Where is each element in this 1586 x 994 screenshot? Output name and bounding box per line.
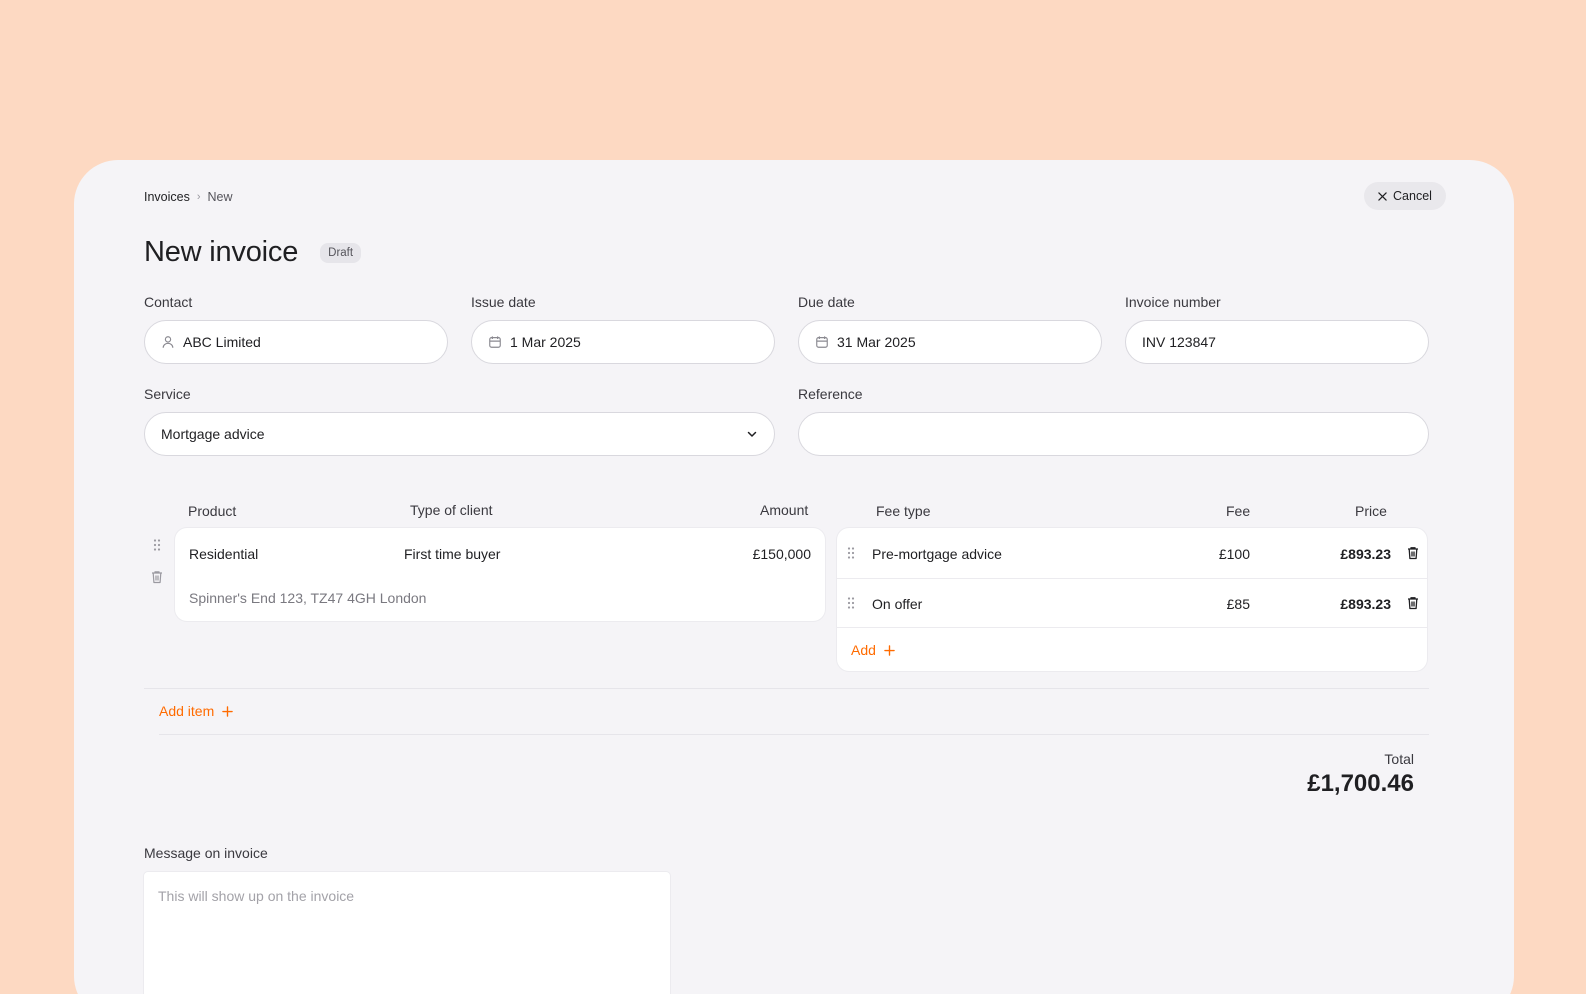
product-row-card: Residential First time buyer £150,000 Sp… [175,528,825,621]
add-fee-button[interactable]: Add [851,642,895,658]
row-divider [837,578,1427,579]
fee-cell[interactable]: £100 [1219,546,1250,562]
issue-date-label: Issue date [471,294,536,310]
service-label: Service [144,386,191,402]
service-value: Mortgage advice [161,426,265,442]
cancel-label: Cancel [1393,189,1432,203]
product-header: Product [188,503,237,519]
page-title: New invoice [144,236,299,268]
price-cell: £893.23 [1340,596,1391,612]
message-label: Message on invoice [144,845,268,861]
calendar-icon [815,335,829,349]
drag-handle-icon[interactable] [846,596,856,610]
total-value: £1,700.46 [1307,770,1414,797]
add-fee-label: Add [851,642,876,658]
message-textarea[interactable]: This will show up on the invoice [144,872,670,994]
plus-icon [222,705,234,717]
issue-date-value: 1 Mar 2025 [510,334,581,350]
reference-label: Reference [798,386,863,402]
address-cell[interactable]: Spinner's End 123, TZ47 4GH London [189,590,426,606]
title-row: New invoice Draft [144,236,362,269]
breadcrumb-current: New [207,190,233,204]
invoice-number-field[interactable]: INV 123847 [1125,320,1429,364]
client-type-cell[interactable]: First time buyer [404,546,500,562]
fee-cell[interactable]: £85 [1227,596,1250,612]
price-cell: £893.23 [1340,546,1391,562]
product-cell[interactable]: Residential [189,546,258,562]
section-divider [144,688,1429,689]
cancel-button[interactable]: Cancel [1364,182,1446,210]
fee-type-cell[interactable]: On offer [872,596,922,612]
invoice-number-label: Invoice number [1125,294,1221,310]
fee-type-cell[interactable]: Pre-mortgage advice [872,546,1002,562]
breadcrumb: Invoices › New [144,190,233,204]
trash-icon[interactable] [1407,546,1419,560]
client-type-header: Type of client [410,502,493,518]
fee-header: Fee [1226,503,1251,519]
section-divider [159,734,1429,735]
plus-icon [884,644,895,656]
due-date-label: Due date [798,294,855,310]
fee-type-header: Fee type [876,503,931,519]
service-select[interactable]: Mortgage advice [144,412,775,456]
due-date-value: 31 Mar 2025 [837,334,916,350]
contact-value: ABC Limited [183,334,261,350]
price-header: Price [1355,503,1387,519]
breadcrumb-invoices-link[interactable]: Invoices [144,190,190,204]
contact-field[interactable]: ABC Limited [144,320,448,364]
fee-table-card: Pre-mortgage advice £100 £893.23 On offe… [837,528,1427,671]
calendar-icon [488,335,502,349]
issue-date-field[interactable]: 1 Mar 2025 [471,320,775,364]
invoice-number-value: INV 123847 [1142,334,1216,350]
drag-handle-icon[interactable] [846,546,856,560]
breadcrumb-separator: › [196,191,201,203]
add-item-button[interactable]: Add item [159,703,234,719]
row-divider [837,627,1427,628]
status-badge: Draft [320,242,362,263]
reference-input[interactable] [798,412,1429,456]
due-date-field[interactable]: 31 Mar 2025 [798,320,1102,364]
delete-product-row-icon[interactable] [151,570,163,584]
amount-cell[interactable]: £150,000 [753,546,811,562]
total-label: Total [1384,751,1414,767]
invoice-panel: Invoices › New Cancel New invoice Draft … [74,160,1514,994]
close-icon [1378,191,1387,201]
add-item-label: Add item [159,703,215,719]
drag-handle-icon[interactable] [152,538,162,552]
message-placeholder: This will show up on the invoice [158,888,355,904]
trash-icon[interactable] [1407,596,1419,610]
user-icon [161,335,175,349]
contact-label: Contact [144,294,193,310]
chevron-down-icon [746,428,758,440]
amount-header: Amount [760,502,809,518]
